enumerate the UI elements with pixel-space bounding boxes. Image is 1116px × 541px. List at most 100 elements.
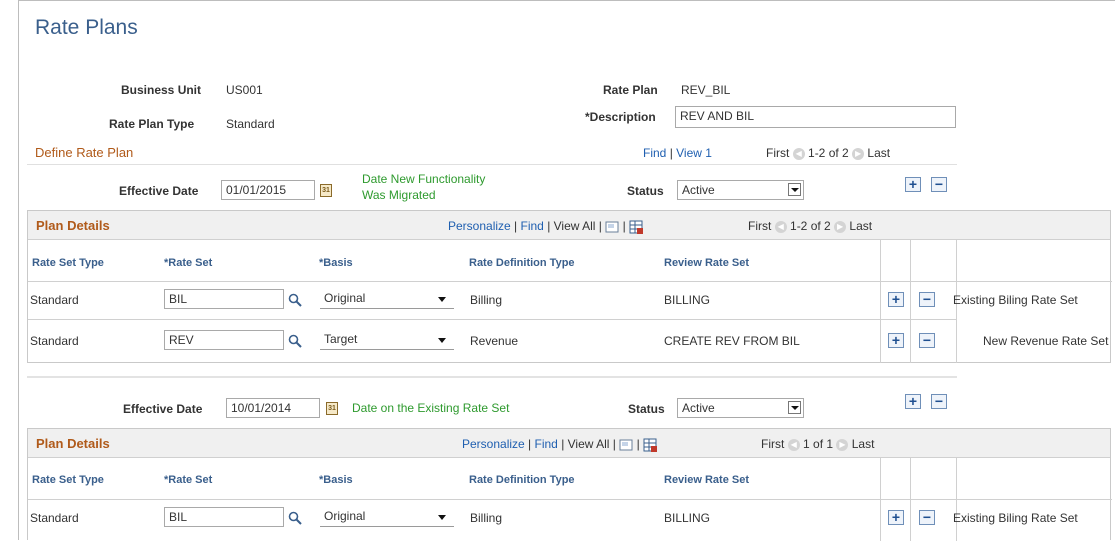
row-annotation: New Revenue Rate Set (983, 334, 1109, 348)
status-select-2[interactable]: Active (677, 398, 804, 418)
delete-row-button-2[interactable]: − (931, 394, 947, 409)
prev-arrow-icon[interactable]: ◀ (774, 220, 787, 233)
delete-row-button[interactable]: − (919, 510, 935, 525)
zoom-grid-icon[interactable] (619, 439, 633, 451)
grid-range: 1-2 of 2 (790, 219, 831, 233)
col-rate-set-type: Rate Set Type (32, 474, 104, 486)
business-unit-value: US001 (226, 83, 263, 97)
grid-pager-2: First ◀ 1 of 1 ▶ Last (761, 437, 874, 451)
row-divider (28, 499, 1112, 500)
plan-details-title-1: Plan Details (36, 218, 110, 233)
col-rate-definition-type: Rate Definition Type (469, 257, 575, 269)
status-select-1[interactable]: Active (677, 180, 804, 200)
grid-toolbar-2: Personalize | Find | View All | | (462, 437, 658, 452)
magnifier-icon[interactable] (288, 511, 302, 525)
business-unit-label: Business Unit (121, 83, 202, 97)
download-excel-icon[interactable] (643, 438, 658, 452)
download-excel-icon[interactable] (629, 220, 644, 234)
dropdown-arrow-icon (788, 183, 801, 196)
col-divider (956, 457, 957, 541)
plan-details-grid-2: Plan Details Personalize | Find | View A… (27, 428, 1112, 541)
next-arrow-icon[interactable]: ▶ (836, 438, 849, 451)
dropdown-arrow-icon (788, 401, 801, 414)
review-rate-set-link[interactable]: CREATE REV FROM BIL (664, 334, 800, 348)
note-line-1: Date New Functionality (362, 172, 486, 186)
col-rate-set-type: Rate Set Type (32, 257, 104, 269)
define-last-label: Last (867, 146, 891, 160)
grid-find-link[interactable]: Find (535, 437, 558, 451)
add-row-button[interactable]: + (888, 510, 904, 525)
personalize-link[interactable]: Personalize (462, 437, 525, 451)
grid-first-label: First (748, 219, 772, 233)
row-separator (27, 376, 957, 378)
define-find-link[interactable]: Find (643, 146, 666, 160)
col-review-rate-set: Review Rate Set (664, 257, 749, 269)
rate-set-type-cell: Standard (30, 511, 79, 525)
row-annotation: Existing Biling Rate Set (953, 293, 1078, 307)
rate-set-input[interactable]: BIL (164, 507, 284, 527)
rate-plan-value: REV_BIL (681, 83, 731, 97)
calendar-icon[interactable]: 31 (326, 402, 338, 415)
effective-date-input-2[interactable]: 10/01/2014 (226, 398, 320, 418)
add-row-button-2[interactable]: + (905, 394, 921, 409)
review-rate-set-link[interactable]: BILLING (664, 293, 710, 307)
effective-date-input-1[interactable]: 01/01/2015 (221, 180, 315, 200)
effective-date-note-1: Date New Functionality Was Migrated (362, 171, 485, 203)
rate-set-input[interactable]: REV (164, 330, 284, 350)
status-label-1: Status (627, 184, 664, 198)
add-row-button[interactable]: + (888, 333, 904, 348)
personalize-link[interactable]: Personalize (448, 219, 511, 233)
effective-date-note-2: Date on the Existing Rate Set (352, 401, 510, 415)
define-divider (27, 164, 957, 165)
row-annotation: Existing Biling Rate Set (953, 511, 1078, 525)
status-value-2: Active (682, 401, 715, 415)
view-all-link[interactable]: View All (554, 219, 596, 233)
plan-details-title-2: Plan Details (36, 436, 110, 451)
rate-plan-type-label: Rate Plan Type (109, 117, 195, 131)
add-row-button[interactable]: + (888, 292, 904, 307)
basis-select[interactable]: Original (320, 507, 454, 527)
next-arrow-icon[interactable]: ▶ (852, 147, 865, 160)
magnifier-icon[interactable] (288, 334, 302, 348)
rate-set-type-cell: Standard (30, 293, 79, 307)
grid-pager-1: First ◀ 1-2 of 2 ▶ Last (748, 219, 872, 233)
delete-row-button[interactable]: − (919, 333, 935, 348)
add-row-button-1[interactable]: + (905, 177, 921, 192)
rate-set-type-cell: Standard (30, 334, 79, 348)
grid-first-label: First (761, 437, 785, 451)
rate-set-input[interactable]: BIL (164, 289, 284, 309)
plan-details-grid-1: Plan Details Personalize | Find | View A… (27, 210, 1112, 363)
status-label-2: Status (628, 402, 665, 416)
calendar-icon[interactable]: 31 (320, 184, 332, 197)
grid-find-link[interactable]: Find (521, 219, 544, 233)
effective-date-label-2: Effective Date (123, 402, 203, 416)
delete-row-button-1[interactable]: − (931, 177, 947, 192)
prev-arrow-icon[interactable]: ◀ (792, 147, 805, 160)
basis-select[interactable]: Original (320, 289, 454, 309)
note-line-2: Was Migrated (362, 188, 436, 202)
col-divider (880, 457, 881, 541)
define-rate-plan-title: Define Rate Plan (35, 145, 134, 160)
define-range: 1-2 of 2 (808, 146, 849, 160)
next-arrow-icon[interactable]: ▶ (834, 220, 847, 233)
chevron-down-icon (438, 515, 446, 520)
magnifier-icon[interactable] (288, 293, 302, 307)
review-rate-set-link[interactable]: BILLING (664, 511, 710, 525)
description-label: *Description (585, 110, 656, 124)
col-basis: *Basis (319, 474, 353, 486)
col-review-rate-set: Review Rate Set (664, 474, 749, 486)
description-input[interactable]: REV AND BIL (675, 106, 956, 128)
basis-value: Target (324, 332, 358, 346)
prev-arrow-icon[interactable]: ◀ (787, 438, 800, 451)
col-rate-definition-type: Rate Definition Type (469, 474, 575, 486)
define-pager: First ◀ 1-2 of 2 ▶ Last (766, 146, 890, 160)
grid-last-label: Last (851, 437, 875, 451)
grid-range: 1 of 1 (803, 437, 834, 451)
basis-value: Original (324, 291, 366, 305)
delete-row-button[interactable]: − (919, 292, 935, 307)
define-view-link[interactable]: View 1 (676, 146, 712, 160)
view-all-link[interactable]: View All (568, 437, 610, 451)
basis-select[interactable]: Target (320, 330, 454, 350)
effective-date-label-1: Effective Date (119, 184, 199, 198)
zoom-grid-icon[interactable] (605, 221, 619, 233)
